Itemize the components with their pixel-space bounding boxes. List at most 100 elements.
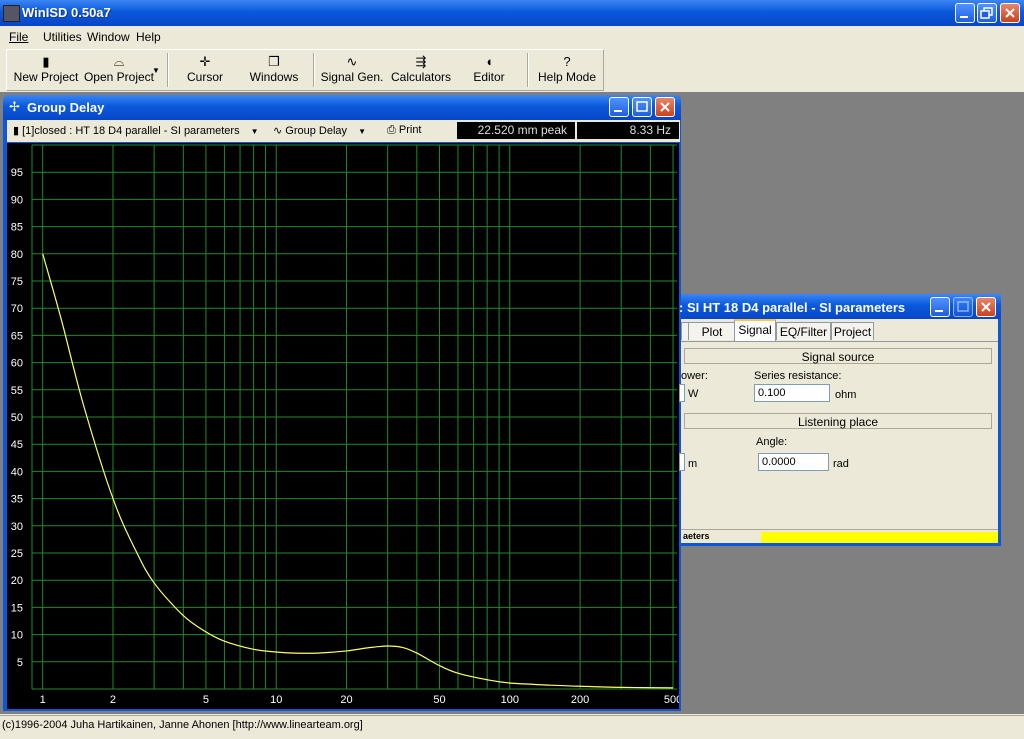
y-tick-label: 25 [11, 548, 23, 560]
editor-button[interactable]: ◖ Editor [467, 52, 511, 88]
project-status-text: aeters [683, 531, 710, 541]
app-title-bar: WinISD 0.50a7 [0, 0, 1024, 26]
angle-field[interactable]: 0.0000 [758, 453, 829, 471]
y-tick-label: 35 [11, 494, 23, 506]
close-button[interactable] [1000, 3, 1020, 23]
group-delay-plot[interactable]: 5 10 15 20 25 30 35 40 45 50 55 60 65 70 75 80 85 90 95 1 2 5… [7, 143, 682, 709]
menu-help[interactable]: Help [136, 30, 161, 44]
y-tick-label: 85 [11, 222, 23, 234]
maximize-icon [957, 301, 969, 312]
main-toolbar: ▮ New Project ⌓ Open Project ▼ ✛ Cursor … [6, 49, 604, 91]
menu-window[interactable]: Window [87, 30, 130, 44]
windows-button[interactable]: ❐ Windows [245, 52, 303, 88]
y-tick-label: 15 [11, 602, 23, 614]
copyright-text: (c)1996-2004 Juha Hartikainen, Janne Aho… [2, 719, 363, 731]
print-button[interactable]: ⎙ Print [387, 124, 422, 137]
x-tick-label: 200 [571, 694, 589, 706]
new-project-icon: ▮ [42, 54, 50, 69]
minimize-icon [614, 110, 622, 112]
y-tick-label: 75 [11, 276, 23, 288]
distance-field[interactable] [679, 453, 685, 471]
project-properties-window: : SI HT 18 D4 parallel - SI parameters P… [679, 294, 1001, 546]
power-label: ower: [681, 370, 708, 382]
group-delay-curve [42, 253, 674, 689]
group-delay-title: Group Delay [27, 100, 105, 115]
printer-icon: ⎙ [387, 124, 396, 136]
chevron-down-icon: ▼ [358, 127, 367, 136]
menu-file[interactable]: File [9, 30, 28, 44]
power-unit: W [688, 388, 699, 400]
sine-wave-icon: ∿ [346, 54, 358, 69]
x-tick-label: 10 [270, 694, 282, 706]
pw-close-button[interactable] [976, 297, 996, 317]
frequency-readout: 8.33 Hz [577, 122, 679, 139]
plot-type-value: Group Delay [285, 125, 348, 137]
series-resistance-label: Series resistance: [754, 370, 842, 382]
y-tick-label: 80 [11, 249, 23, 261]
pw-maximize-button [953, 297, 973, 317]
tab-strip-line [681, 341, 998, 342]
menu-file-label: File [9, 30, 29, 44]
print-label: Print [398, 124, 422, 136]
series-resistance-field[interactable]: 0.100 [754, 384, 830, 402]
minimize-icon [935, 310, 943, 312]
project-window-title-bar[interactable]: : SI HT 18 D4 parallel - SI parameters [679, 294, 1001, 319]
y-tick-label: 90 [11, 194, 23, 206]
y-tick-label: 50 [11, 412, 23, 424]
y-tick-label: 65 [11, 330, 23, 342]
menu-bar: File Utilities Window Help [0, 26, 1024, 48]
app-title: WinISD 0.50a7 [22, 5, 111, 20]
series-resistance-unit: ohm [835, 389, 857, 401]
signal-source-header: Signal source [684, 348, 992, 364]
status-bar: (c)1996-2004 Juha Hartikainen, Janne Aho… [0, 715, 1024, 739]
windows-label: Windows [249, 70, 299, 84]
gd-maximize-button[interactable] [632, 97, 652, 117]
restore-button[interactable] [977, 3, 997, 23]
project-select-value: [1]closed : HT 18 D4 parallel - SI param… [22, 125, 240, 137]
open-project-button[interactable]: ⌓ Open Project [81, 52, 157, 88]
group-delay-title-bar[interactable]: ✢ Group Delay [3, 95, 681, 120]
windows-icon: ❐ [268, 54, 280, 69]
open-folder-icon: ⌓ [113, 54, 125, 69]
calculators-button[interactable]: ⇶ Calculators [390, 52, 452, 88]
signal-gen-button[interactable]: ∿ Signal Gen. [320, 52, 384, 88]
y-tick-label: 55 [11, 385, 23, 397]
close-icon [981, 302, 991, 312]
x-tick-label: 500 [664, 694, 679, 706]
calculator-icon: ⇶ [415, 54, 427, 69]
pw-minimize-button[interactable] [930, 297, 950, 317]
gd-close-button[interactable] [655, 97, 675, 117]
project-window-body: Plot Signal EQ/Filter Project Signal sou… [679, 319, 998, 543]
sine-wave-icon: ∿ [273, 125, 283, 137]
cursor-label: Cursor [186, 70, 223, 84]
toolbar-separator [527, 53, 529, 87]
tab-project[interactable]: Project [831, 322, 874, 340]
tab-signal[interactable]: Signal [734, 319, 776, 341]
calculators-label: Calculators [390, 70, 452, 84]
y-tick-label: 40 [11, 466, 23, 478]
cursor-button[interactable]: ✛ Cursor [177, 52, 233, 88]
group-delay-chart: 51015202530354045505560657075808590951 2 5… [11, 144, 682, 706]
tab-eq-filter[interactable]: EQ/Filter [776, 322, 831, 340]
new-project-button[interactable]: ▮ New Project [13, 52, 79, 88]
x-tick-label: 1 [40, 694, 46, 706]
angle-label: Angle: [756, 436, 788, 448]
tab-plot[interactable]: Plot [688, 322, 736, 340]
project-select[interactable]: ▮ [1]closed : HT 18 D4 parallel - SI par… [13, 124, 259, 137]
menu-utilities[interactable]: Utilities [43, 30, 82, 44]
help-mode-button[interactable]: ? Help Mode [535, 52, 599, 88]
open-project-label: Open Project [83, 70, 155, 84]
speaker-icon: ◖ [485, 54, 493, 69]
project-icon: ▮ [13, 125, 20, 137]
minimize-button[interactable] [955, 3, 975, 23]
restore-icon [980, 7, 993, 19]
project-window-status: aeters [681, 531, 998, 543]
gd-minimize-button[interactable] [609, 97, 629, 117]
signal-gen-label: Signal Gen. [320, 70, 384, 84]
chevron-down-icon: ▼ [152, 66, 160, 75]
x-tick-label: 5 [203, 694, 209, 706]
toolbar-separator [313, 53, 315, 87]
power-field[interactable] [679, 384, 685, 402]
y-tick-label: 70 [11, 303, 23, 315]
plot-type-select[interactable]: ∿ Group Delay ▼ [273, 124, 366, 137]
